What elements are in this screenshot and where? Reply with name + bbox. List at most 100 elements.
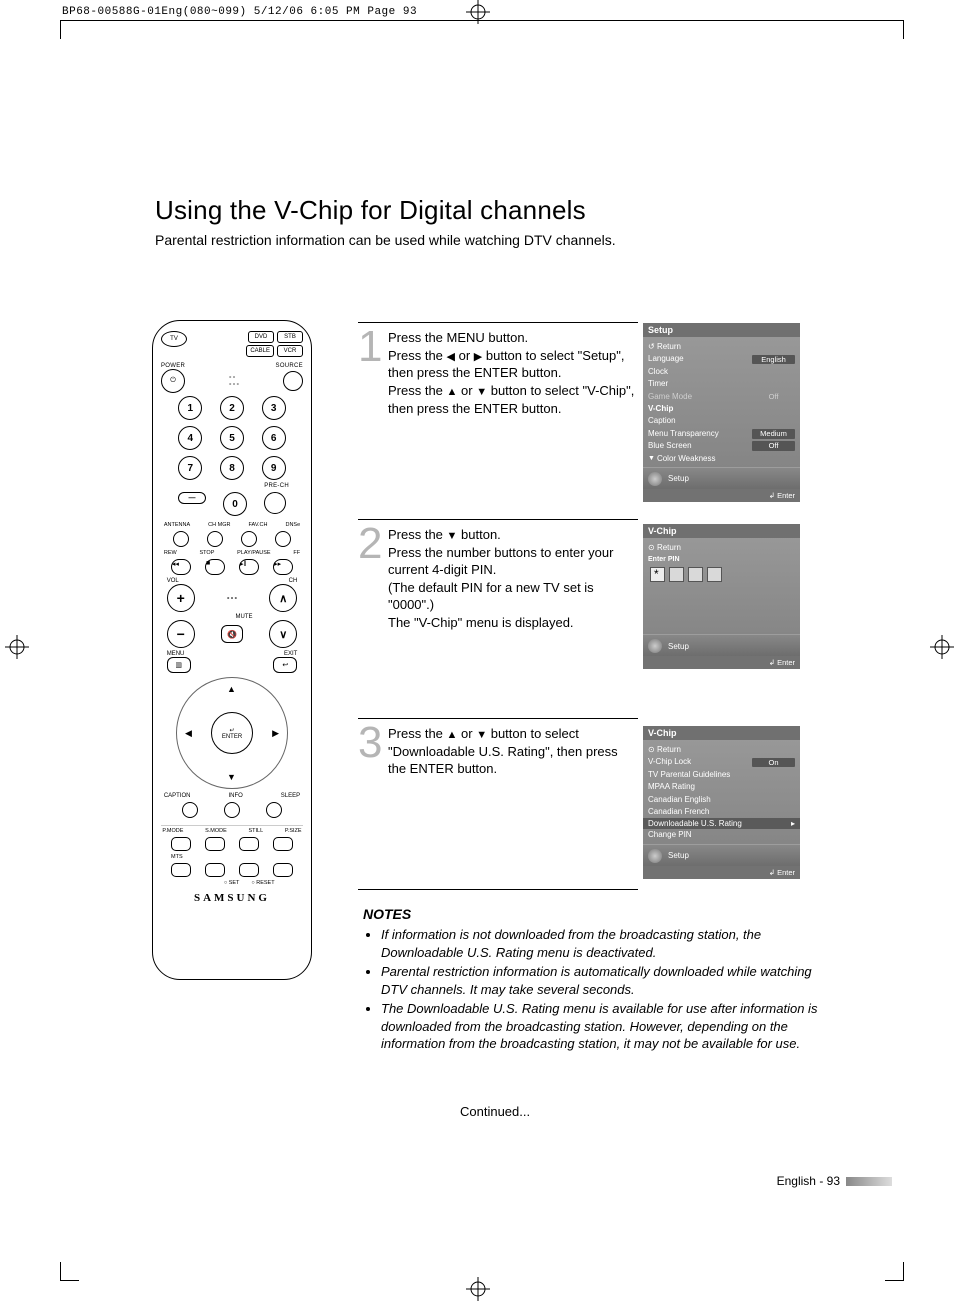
remote-dvd-label: DVD (248, 331, 274, 343)
down-triangle-icon: ▼ (476, 729, 487, 741)
remote-color-button (205, 863, 225, 877)
remote-num-9: 9 (262, 456, 286, 480)
remote-tv-button: TV (161, 331, 187, 347)
osd-menu-transparency: Menu Transparency (648, 429, 719, 439)
remote-num-5: 5 (220, 426, 244, 450)
remote-menu-button: ▥ (167, 657, 191, 673)
enter-icon: ↲ (769, 868, 777, 877)
remote-num-8: 8 (220, 456, 244, 480)
remote-exit-button: ↩ (273, 657, 297, 673)
remote-control-illustration: TV DVD STB CABLE VCR POWER SOURCE ⏻ ∘∘∘∘… (152, 320, 312, 980)
page-footer: English - 93 (777, 1174, 892, 1188)
pin-box (688, 567, 703, 582)
remote-dnse-button (275, 531, 291, 547)
remote-sleep-label: SLEEP (281, 793, 300, 799)
osd-game-mode: Game Mode (648, 392, 692, 402)
notes-title: NOTES (363, 906, 833, 922)
enter-icon: ↲ (769, 491, 777, 500)
step-2-text: Press the ▼ button. Press the number but… (388, 526, 638, 632)
right-arrow-icon: ▶ (272, 728, 279, 739)
osd-title: V-Chip (643, 726, 800, 740)
osd-language: Language (648, 354, 684, 364)
remote-prech-button (264, 492, 286, 514)
crop-mark (60, 20, 79, 39)
up-arrow-icon: ▲ (227, 684, 236, 694)
left-arrow-icon: ◀ (185, 728, 192, 739)
enter-icon: ↲ (769, 658, 777, 667)
osd-vchip-pin-panel: V-Chip ⊙ Return Enter PIN Setup ↲ Enter (643, 524, 800, 669)
remote-vol-down: − (167, 620, 195, 648)
osd-mpaa-rating: MPAA Rating (648, 782, 695, 792)
remote-stop-label: STOP (199, 550, 214, 556)
remote-chmgr-button (207, 531, 223, 547)
remote-pmode-button (171, 837, 191, 851)
pin-entry-boxes (650, 567, 795, 582)
osd-tv-parental-guidelines: TV Parental Guidelines (648, 770, 730, 780)
remote-num-0: 0 (223, 492, 247, 516)
print-header-slug: BP68-00588G-01Eng(080~099) 5/12/06 6:05 … (62, 6, 417, 18)
header-rule (60, 20, 904, 21)
remote-vcr-label: VCR (277, 345, 303, 357)
page-number: English - 93 (777, 1174, 840, 1188)
osd-downloadable-us-rating: Downloadable U.S. Rating (648, 819, 742, 828)
remote-source-button (283, 371, 303, 391)
remote-dpad: ▲ ▼ ◀ ▶ ↵ENTER (176, 677, 288, 789)
down-triangle-icon: ▼ (447, 530, 458, 542)
page-subtitle: Parental restriction information can be … (155, 232, 616, 248)
notes-section: NOTES If information is not downloaded f… (363, 906, 833, 1055)
remote-ff-label: FF (293, 550, 300, 556)
remote-power-button: ⏻ (161, 369, 185, 393)
osd-change-pin: Change PIN (648, 830, 692, 840)
remote-num-7: 7 (178, 456, 202, 480)
step-2-number: 2 (358, 526, 388, 632)
remote-rew-button: ◂◂ (171, 559, 191, 575)
remote-caption-button (182, 802, 198, 818)
note-item: Parental restriction information is auto… (381, 963, 833, 998)
osd-enter: Enter (777, 491, 795, 500)
remote-set-label: SET (229, 880, 240, 886)
osd-return: Return (657, 745, 681, 754)
osd-footer-label: Setup (668, 474, 689, 483)
remote-num-6: 6 (262, 426, 286, 450)
remote-stb-label: STB (277, 331, 303, 343)
remote-playpause-label: PLAY/PAUSE (237, 550, 270, 556)
remote-favch-button (241, 531, 257, 547)
remote-dnse-label: DNSe (285, 522, 300, 528)
continued-label: Continued... (460, 1104, 530, 1119)
up-triangle-icon: ▲ (447, 386, 458, 398)
remote-enter-button: ↵ENTER (211, 712, 253, 754)
remote-antenna-button (173, 531, 189, 547)
remote-sleep-button (266, 802, 282, 818)
osd-timer: Timer (648, 379, 668, 389)
osd-footer-label: Setup (668, 851, 689, 860)
remote-smode-label: S.MODE (205, 828, 227, 834)
osd-canadian-french: Canadian French (648, 807, 709, 817)
registration-mark-bottom (466, 1277, 490, 1301)
remote-ff-button: ▸▸ (273, 559, 293, 575)
osd-game-mode-value: Off (752, 392, 795, 402)
step-1-text: Press the MENU button. Press the ◀ or ▶ … (388, 329, 638, 417)
osd-title: Setup (643, 323, 800, 337)
osd-return: Return (657, 342, 681, 351)
osd-language-value: English (752, 355, 795, 365)
osd-vchip-menu-panel: V-Chip ⊙ Return V-Chip LockOn TV Parenta… (643, 726, 800, 879)
registration-mark-left (5, 635, 29, 659)
page-title: Using the V-Chip for Digital channels (155, 195, 586, 226)
remote-color-button (239, 863, 259, 877)
up-triangle-icon: ▲ (447, 729, 458, 741)
osd-canadian-english: Canadian English (648, 795, 711, 805)
remote-still-button (239, 837, 259, 851)
remote-still-label: STILL (248, 828, 263, 834)
steps-column: 1 Press the MENU button. Press the ◀ or … (358, 322, 638, 890)
crop-mark (885, 1262, 904, 1281)
osd-enter: Enter (777, 868, 795, 877)
remote-smode-button (205, 837, 225, 851)
remote-caption-label: CAPTION (164, 793, 191, 799)
step-3-text: Press the ▲ or ▼ button to select "Downl… (388, 725, 638, 778)
pin-box (650, 567, 665, 582)
step-3-number: 3 (358, 725, 388, 778)
step-1-number: 1 (358, 329, 388, 417)
remote-color-button (273, 863, 293, 877)
remote-ch-up: ∧ (269, 584, 297, 612)
remote-info-button (224, 802, 240, 818)
